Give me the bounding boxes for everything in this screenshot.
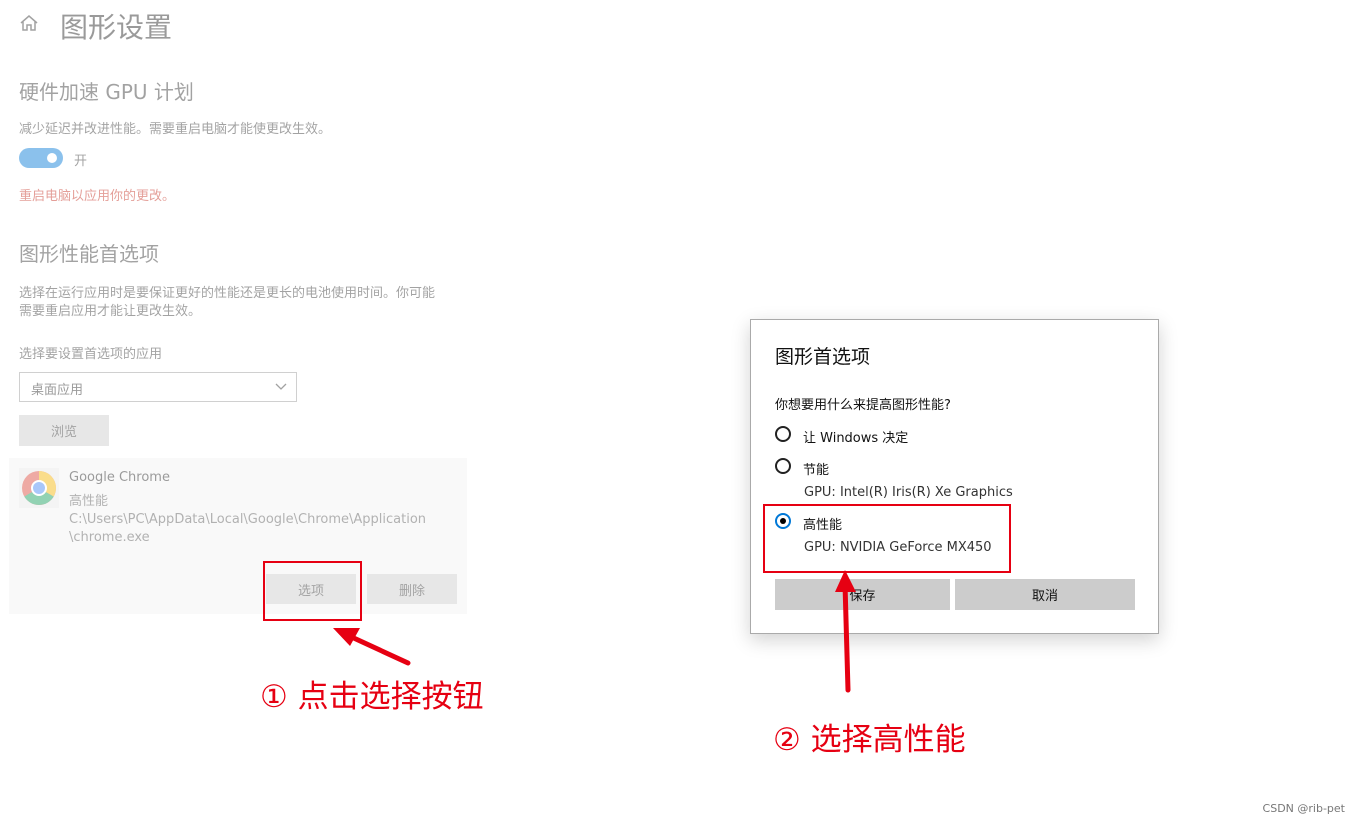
select-label: 选择要设置首选项的应用 — [19, 347, 163, 362]
dialog-title: 图形首选项 — [775, 346, 871, 368]
restart-note: 重启电脑以应用你的更改。 — [19, 189, 176, 204]
app-path-line1: C:\Users\PC\AppData\Local\Google\Chrome\… — [69, 512, 427, 527]
cancel-button[interactable]: 取消 — [955, 579, 1135, 610]
save-button[interactable]: 保存 — [775, 579, 950, 610]
hw-section-title: 硬件加速 GPU 计划 — [19, 80, 194, 104]
select-value: 桌面应用 — [31, 383, 84, 398]
app-name: Google Chrome — [69, 470, 170, 485]
perf-section-title: 图形性能首选项 — [19, 242, 159, 266]
toggle-knob — [47, 153, 57, 163]
dialog-question: 你想要用什么来提高图形性能? — [775, 398, 951, 413]
toggle-label: 开 — [74, 154, 88, 169]
perf-description-line1: 选择在运行应用时是要保证更好的性能还是更长的电池使用时间。你可能 — [19, 286, 436, 301]
callout-step2: ② 选择高性能 — [773, 722, 966, 758]
remove-button[interactable]: 删除 — [367, 574, 457, 604]
page-title: 图形设置 — [60, 11, 173, 44]
watermark: CSDN @rib-pet — [1262, 802, 1345, 815]
option-sub-power-saving: GPU: Intel(R) Iris(R) Xe Graphics — [804, 485, 1013, 500]
app-type-select[interactable]: 桌面应用 — [19, 372, 297, 402]
highlight-box-options — [263, 561, 362, 621]
option-label-let-windows-decide: 让 Windows 决定 — [803, 431, 909, 446]
perf-description-line2: 需要重启应用才能让更改生效。 — [19, 304, 202, 319]
chrome-logo-icon — [19, 468, 59, 508]
app-path-line2: \chrome.exe — [69, 530, 150, 545]
radio-power-saving[interactable] — [775, 458, 791, 474]
radio-let-windows-decide[interactable] — [775, 426, 791, 442]
hw-description: 减少延迟并改进性能。需要重启电脑才能使更改生效。 — [19, 122, 332, 137]
highlight-box-high-performance — [763, 504, 1011, 573]
gpu-scheduling-toggle[interactable] — [19, 148, 63, 168]
arrow-to-options — [333, 628, 411, 666]
callout-step1: ① 点击选择按钮 — [260, 679, 484, 715]
chevron-down-icon — [275, 383, 287, 390]
browse-button[interactable]: 浏览 — [19, 415, 109, 446]
app-path: C:\Users\PC\AppData\Local\Google\Chrome\… — [69, 511, 439, 547]
option-label-power-saving: 节能 — [803, 463, 830, 478]
home-icon[interactable] — [18, 12, 40, 34]
app-preference: 高性能 — [69, 494, 109, 509]
